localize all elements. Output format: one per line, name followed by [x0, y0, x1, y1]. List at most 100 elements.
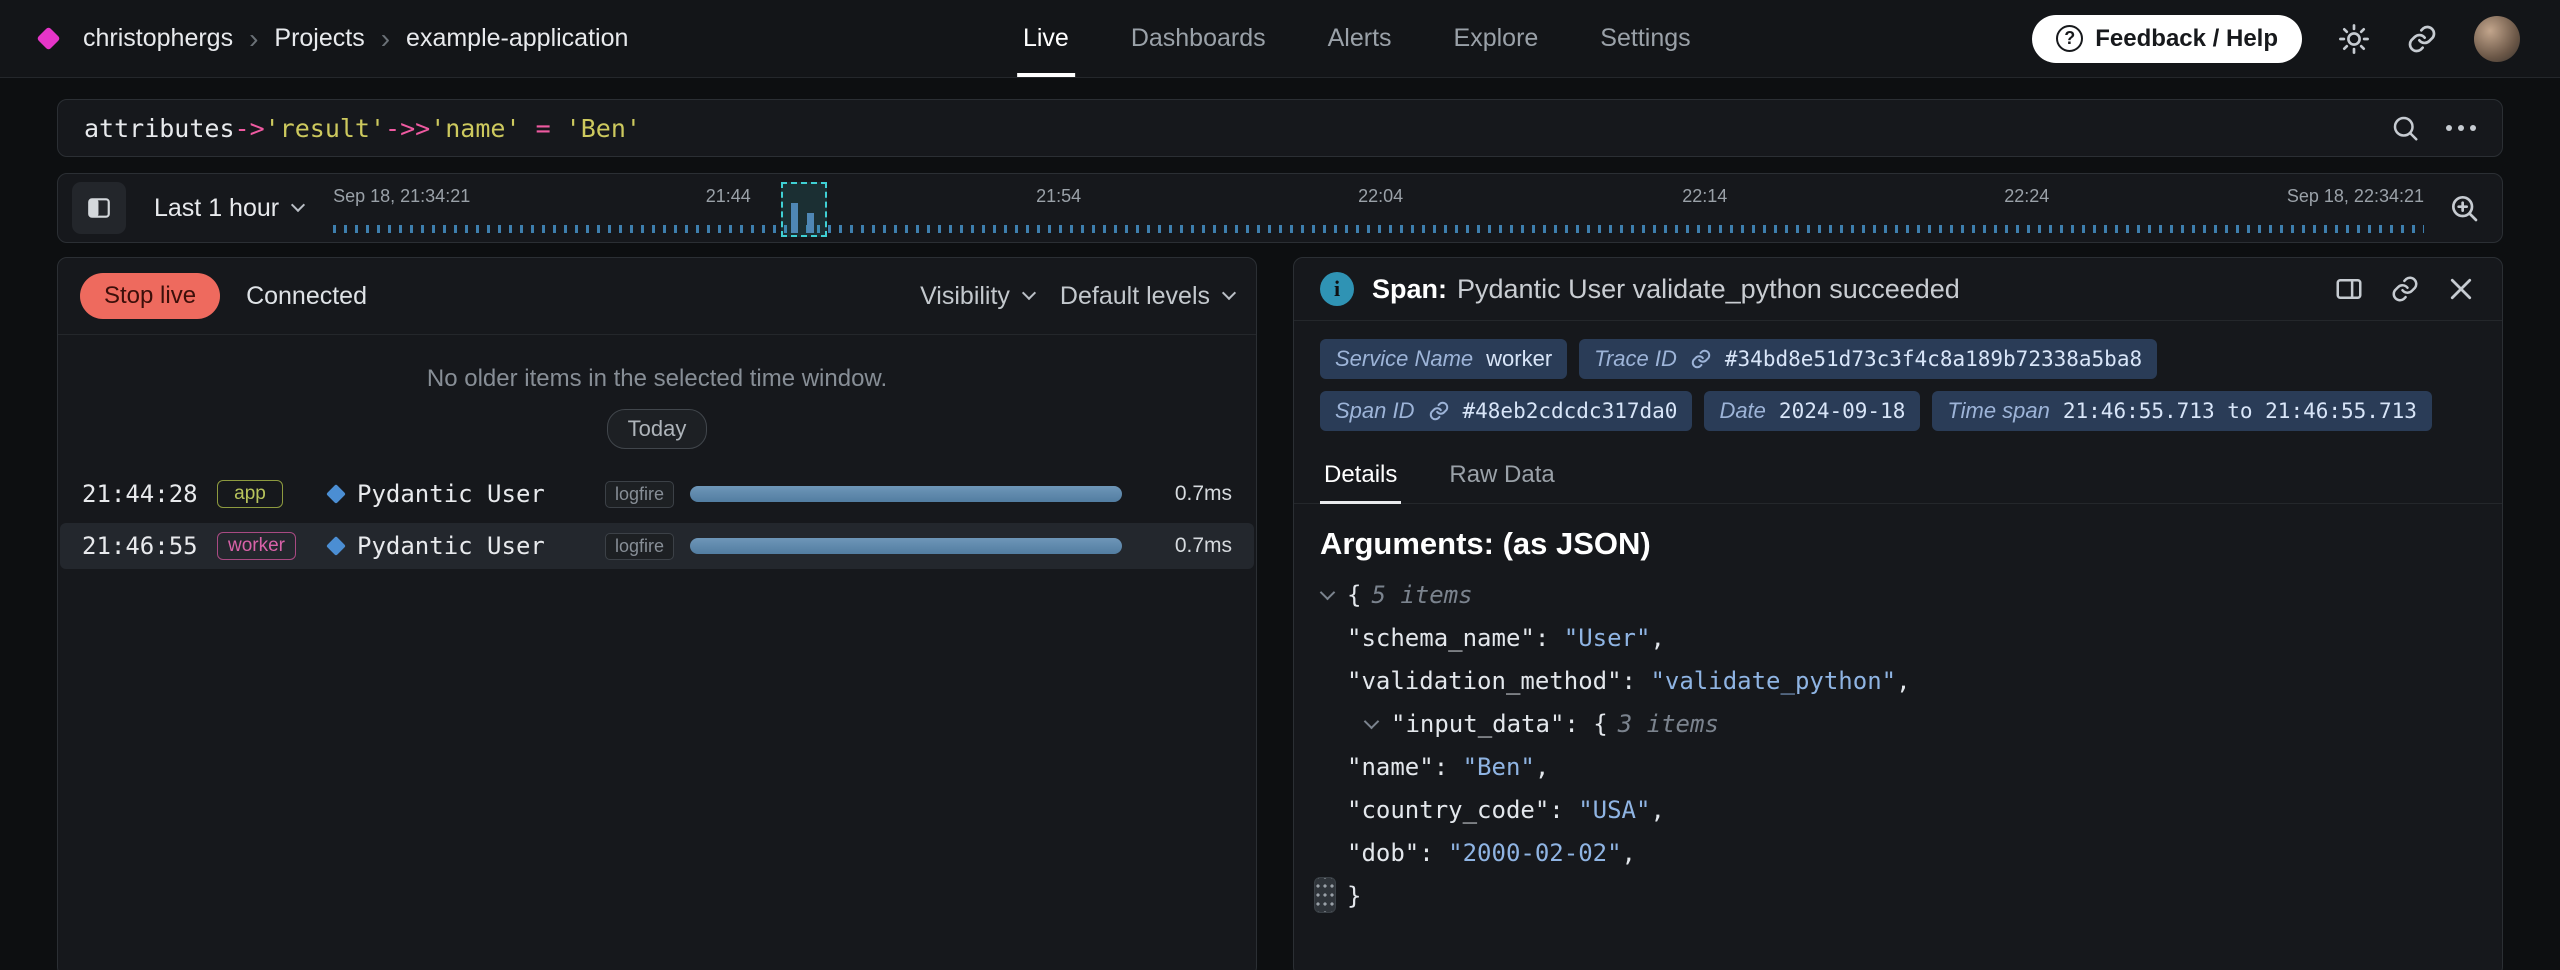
- tab-raw-data[interactable]: Raw Data: [1445, 449, 1558, 503]
- breadcrumb-chevron-icon: ›: [249, 25, 258, 53]
- query-token: =: [521, 114, 566, 143]
- chevron-down-icon: [1022, 286, 1036, 300]
- query-token: 'result': [265, 114, 385, 143]
- timeline-tick: 22:14: [1682, 186, 1727, 207]
- span-row[interactable]: 21:44:28 app Pydantic User logfire 0.7ms: [60, 471, 1254, 517]
- timeline-selection[interactable]: [781, 182, 827, 237]
- visibility-dropdown[interactable]: Visibility: [920, 282, 1034, 311]
- zoom-in-icon[interactable]: [2448, 192, 2480, 224]
- tab-details[interactable]: Details: [1320, 449, 1401, 503]
- nav-settings[interactable]: Settings: [1600, 0, 1690, 77]
- panel-resize-handle[interactable]: [1314, 877, 1336, 913]
- query-token: 'name': [430, 114, 520, 143]
- duration-label: 0.7ms: [1122, 482, 1232, 506]
- collapse-caret-icon[interactable]: [1364, 714, 1380, 730]
- duration-label: 0.7ms: [1122, 534, 1232, 558]
- span-id-pill: Span ID #48eb2cdcdc317da0: [1320, 391, 1692, 431]
- time-range-selector[interactable]: Last 1 hour: [154, 194, 303, 223]
- time-span-pill: Time span 21:46:55.713 to 21:46:55.713: [1932, 391, 2432, 431]
- json-line: "schema_name": "User",: [1320, 617, 2476, 660]
- query-token: ->: [235, 114, 265, 143]
- topbar-actions: ? Feedback / Help: [2032, 15, 2520, 63]
- timeline-bar: Last 1 hour Sep 18, 21:34:21 21:44 21:54…: [57, 173, 2503, 243]
- nav-dashboards[interactable]: Dashboards: [1131, 0, 1266, 77]
- theme-brightness-icon[interactable]: [2338, 23, 2370, 55]
- timeline-tick: 22:24: [2004, 186, 2049, 207]
- query-bar[interactable]: attributes->'result'->>'name' = 'Ben': [57, 99, 2503, 157]
- json-line: "dob": "2000-02-02",: [1320, 832, 2476, 875]
- link-icon[interactable]: [1690, 348, 1712, 370]
- span-row[interactable]: 21:46:55 worker Pydantic User logfire 0.…: [60, 523, 1254, 569]
- user-avatar[interactable]: [2474, 16, 2520, 62]
- feedback-help-button[interactable]: ? Feedback / Help: [2032, 15, 2302, 63]
- timeline-strip[interactable]: Sep 18, 21:34:21 21:44 21:54 22:04 22:14…: [333, 174, 2424, 242]
- breadcrumb-projects[interactable]: Projects: [274, 24, 364, 53]
- nav-alerts[interactable]: Alerts: [1328, 0, 1392, 77]
- share-link-icon[interactable]: [2406, 23, 2438, 55]
- json-tree: { 5 items "schema_name": "User", "valida…: [1320, 574, 2476, 918]
- dock-panel-icon[interactable]: [2334, 274, 2364, 304]
- timeline-tick: Sep 18, 22:34:21: [2287, 186, 2424, 207]
- span-details-title: Span:Pydantic User validate_python succe…: [1372, 274, 1960, 305]
- span-title-text: Pydantic User: [357, 532, 605, 560]
- query-actions: [2390, 113, 2476, 143]
- breadcrumb-org[interactable]: christophergs: [83, 24, 233, 53]
- today-button[interactable]: Today: [607, 409, 708, 449]
- query-input[interactable]: attributes->'result'->>'name' = 'Ben': [84, 114, 2390, 143]
- trace-id-pill: Trace ID #34bd8e51d73c3f4c8a189b72338a5b…: [1579, 339, 2157, 379]
- default-levels-dropdown[interactable]: Default levels: [1060, 282, 1234, 311]
- timeline-histogram: [333, 225, 2424, 233]
- feedback-help-label: Feedback / Help: [2095, 25, 2278, 53]
- search-icon[interactable]: [2390, 113, 2420, 143]
- time-range-label: Last 1 hour: [154, 194, 279, 223]
- details-content: Arguments: (as JSON) { 5 items "schema_n…: [1294, 504, 2502, 940]
- service-tag[interactable]: app: [217, 480, 283, 508]
- query-token: attributes: [84, 114, 235, 143]
- connection-status: Connected: [246, 282, 367, 311]
- json-line: "input_data": { 3 items: [1320, 703, 2476, 746]
- sidebar-toggle-icon[interactable]: [72, 182, 126, 234]
- details-tabs: Details Raw Data: [1294, 449, 2502, 504]
- json-line: "validation_method": "validate_python",: [1320, 660, 2476, 703]
- chevron-down-icon: [1222, 286, 1236, 300]
- chevron-down-icon: [291, 198, 305, 212]
- span-kind-icon: [326, 484, 346, 504]
- json-line: "name": "Ben",: [1320, 746, 2476, 789]
- timeline-tick: 22:04: [1358, 186, 1403, 207]
- span-list: 21:44:28 app Pydantic User logfire 0.7ms…: [58, 471, 1256, 575]
- timeline-tick: 21:44: [706, 186, 751, 207]
- nav-live[interactable]: Live: [1023, 0, 1069, 77]
- json-line: { 5 items: [1320, 574, 2476, 617]
- copy-link-icon[interactable]: [2390, 274, 2420, 304]
- span-time: 21:46:55: [82, 532, 217, 560]
- link-icon[interactable]: [1428, 400, 1450, 422]
- breadcrumb-project[interactable]: example-application: [406, 24, 628, 53]
- timeline-tick: Sep 18, 21:34:21: [333, 186, 470, 207]
- stop-live-button[interactable]: Stop live: [80, 273, 220, 319]
- span-details-actions: [2334, 274, 2476, 304]
- query-token: 'Ben': [566, 114, 641, 143]
- empty-message: No older items in the selected time wind…: [427, 365, 887, 393]
- date-pill: Date 2024-09-18: [1704, 391, 1920, 431]
- logfire-logo-icon[interactable]: [36, 26, 60, 50]
- live-panel: Stop live Connected Visibility Default l…: [57, 257, 1257, 970]
- empty-window-notice: No older items in the selected time wind…: [58, 335, 1256, 449]
- json-line: "country_code": "USA",: [1320, 789, 2476, 832]
- main-content: Stop live Connected Visibility Default l…: [57, 257, 2503, 970]
- collapse-caret-icon[interactable]: [1320, 585, 1336, 601]
- topbar: christophergs › Projects › example-appli…: [0, 0, 2560, 78]
- timeline-tick: 21:54: [1036, 186, 1081, 207]
- json-line: }: [1320, 875, 2476, 918]
- breadcrumb: christophergs › Projects › example-appli…: [40, 24, 628, 53]
- scope-badge: logfire: [605, 481, 674, 508]
- close-icon[interactable]: [2446, 274, 2476, 304]
- help-icon: ?: [2056, 25, 2083, 52]
- main-nav: Live Dashboards Alerts Explore Settings: [1023, 0, 1691, 77]
- live-panel-header: Stop live Connected Visibility Default l…: [58, 258, 1256, 335]
- span-time: 21:44:28: [82, 480, 217, 508]
- nav-explore[interactable]: Explore: [1454, 0, 1539, 77]
- query-more-icon[interactable]: [2446, 125, 2476, 131]
- service-tag[interactable]: worker: [217, 532, 296, 560]
- query-token: ->>: [385, 114, 430, 143]
- span-details-header: i Span:Pydantic User validate_python suc…: [1294, 258, 2502, 321]
